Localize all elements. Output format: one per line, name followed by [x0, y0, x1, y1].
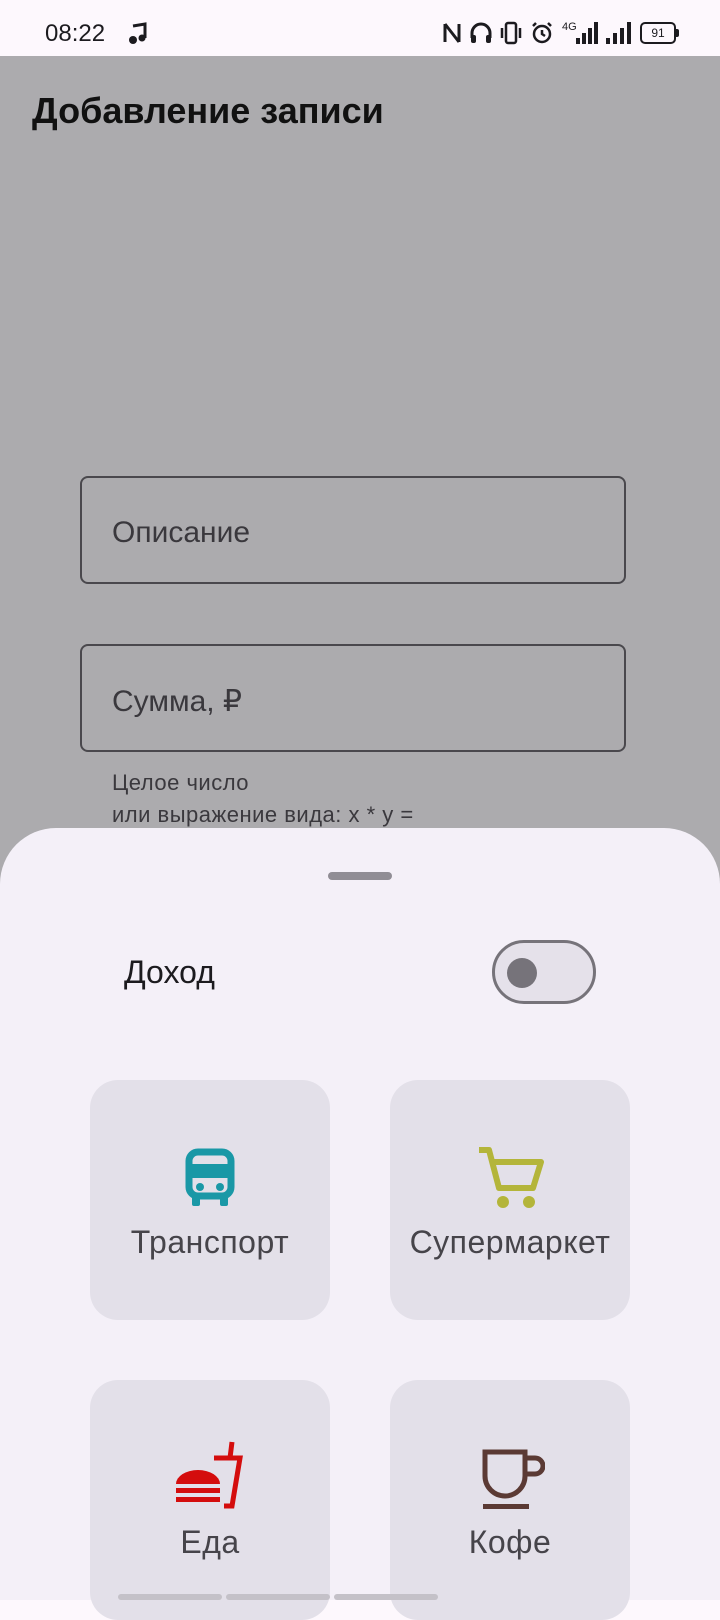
- amount-helper-line2: или выражение вида: x * y =: [112, 802, 414, 827]
- status-time: 08:22: [45, 20, 106, 47]
- amount-helper-line1: Целое число: [112, 770, 250, 795]
- battery-level: 91: [651, 26, 665, 40]
- music-note-icon: [129, 22, 147, 44]
- nfc-icon: [443, 23, 461, 43]
- alarm-icon: [532, 22, 552, 44]
- fastfood-icon: [176, 1441, 243, 1509]
- signal-4g-icon: 4G: [562, 21, 598, 44]
- income-toggle[interactable]: [492, 940, 596, 1004]
- gesture-nav-bar: [118, 1594, 438, 1600]
- category-supermarket[interactable]: Супермаркет: [390, 1080, 630, 1320]
- shopping-cart-icon: [479, 1147, 544, 1208]
- category-food[interactable]: Еда: [90, 1380, 330, 1620]
- amount-field[interactable]: Сумма, ₽: [80, 644, 626, 752]
- status-bar: 08:22 4G 91: [0, 0, 720, 56]
- drag-handle[interactable]: [328, 872, 392, 880]
- category-label: Супермаркет: [409, 1224, 611, 1260]
- category-label: Еда: [180, 1524, 240, 1560]
- headphones-icon: [470, 22, 492, 43]
- bus-icon: [185, 1148, 235, 1206]
- description-field[interactable]: Описание: [80, 476, 626, 584]
- status-icons: 4G 91: [442, 18, 679, 48]
- income-label: Доход: [124, 954, 215, 990]
- category-label: Транспорт: [130, 1224, 290, 1260]
- vibrate-icon: [500, 21, 522, 45]
- battery-icon: 91: [640, 22, 679, 44]
- category-transport[interactable]: Транспорт: [90, 1080, 330, 1320]
- category-bottom-sheet: Доход Транспорт Супермаркет Еда Кофе: [0, 828, 720, 1620]
- category-coffee[interactable]: Кофе: [390, 1380, 630, 1620]
- amount-field-label: Сумма, ₽: [112, 685, 243, 718]
- page-title: Добавление записи: [32, 90, 384, 131]
- category-label: Кофе: [468, 1524, 552, 1560]
- signal-icon: [606, 22, 631, 44]
- income-toggle-thumb: [507, 958, 537, 988]
- description-field-label: Описание: [112, 516, 251, 549]
- svg-text:4G: 4G: [562, 21, 577, 33]
- coffee-cup-icon: [482, 1449, 545, 1509]
